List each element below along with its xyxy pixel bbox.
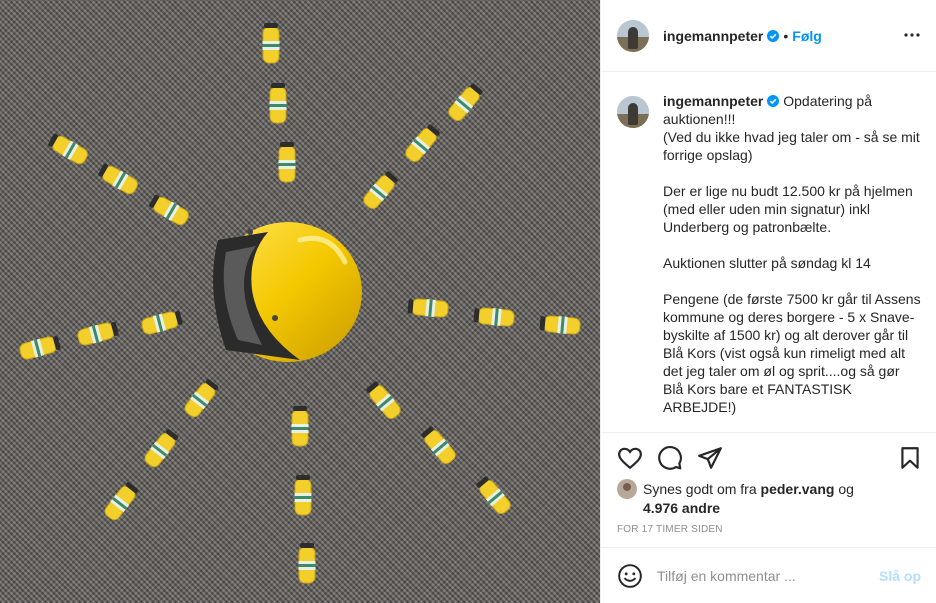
photo-illustration: [17, 22, 582, 584]
share-icon[interactable]: [697, 445, 723, 471]
follow-button[interactable]: Følg: [792, 28, 822, 44]
avatar[interactable]: [617, 19, 649, 52]
likes-count[interactable]: 4.976 andre: [643, 500, 720, 516]
post-photo[interactable]: [0, 0, 600, 603]
bottle-ray-top: [262, 22, 296, 183]
action-icon-row: [617, 445, 921, 473]
caption-avatar[interactable]: [617, 96, 649, 128]
heart-icon[interactable]: [617, 445, 643, 471]
verified-badge-icon: [767, 29, 780, 42]
emoji-icon[interactable]: [617, 563, 643, 589]
bottle-ray-top-right: [360, 81, 486, 212]
bottle-ray-left-upper: [46, 131, 192, 228]
bottle-ray-right: [406, 297, 582, 336]
caption-paragraph: Der er lige nu budt 12.500 kr på hjelmen…: [663, 183, 913, 235]
likes-and: og: [838, 481, 854, 497]
post-side-panel: ingemannpeter • Følg ingemannpeter Opdat…: [600, 0, 936, 603]
post-timestamp[interactable]: FOR 17 TIMER SIDEN: [617, 524, 723, 535]
bottle-ray-bottom-right: [363, 379, 514, 517]
bottle-ray-left: [17, 308, 184, 362]
comment-bar: Slå op: [601, 547, 936, 603]
bookmark-icon[interactable]: [897, 445, 923, 471]
liker-avatar[interactable]: [617, 479, 637, 499]
post-caption: ingemannpeter Opdatering på auktionen!!!…: [617, 92, 922, 432]
caption-paragraph: Auktionen slutter på søndag kl 14: [663, 255, 871, 271]
bottle-ray-bottom: [291, 405, 316, 584]
comment-input[interactable]: [657, 567, 879, 584]
caption-body: ingemannpeter Opdatering på auktionen!!!…: [663, 92, 922, 432]
username-link[interactable]: ingemannpeter: [663, 28, 763, 44]
likes-summary: Synes godt om fra peder.vang og 4.976 an…: [617, 479, 917, 517]
post-actions: Synes godt om fra peder.vang og 4.976 an…: [601, 432, 936, 547]
liker-username[interactable]: peder.vang: [761, 481, 835, 497]
caption-first-block: ingemannpeter Opdatering på auktionen!!!…: [663, 92, 922, 164]
post-header: ingemannpeter • Følg: [601, 0, 936, 72]
more-options-icon[interactable]: [903, 26, 921, 44]
header-name-group: ingemannpeter • Følg: [663, 28, 822, 44]
yellow-helmet: [213, 222, 362, 362]
caption-paragraph: Pengene (de første 7500 kr går til Assen…: [663, 291, 921, 415]
likes-prefix: Synes godt om fra: [643, 481, 757, 497]
post-comment-button[interactable]: Slå op: [879, 568, 921, 584]
caption-line: (Ved du ikke hvad jeg taler om - så se m…: [663, 129, 920, 163]
caption-username[interactable]: ingemannpeter: [663, 93, 763, 109]
comment-icon[interactable]: [657, 445, 683, 471]
separator-dot: •: [783, 27, 789, 44]
verified-badge-icon: [767, 95, 780, 107]
bottle-ray-bottom-left: [101, 376, 221, 523]
